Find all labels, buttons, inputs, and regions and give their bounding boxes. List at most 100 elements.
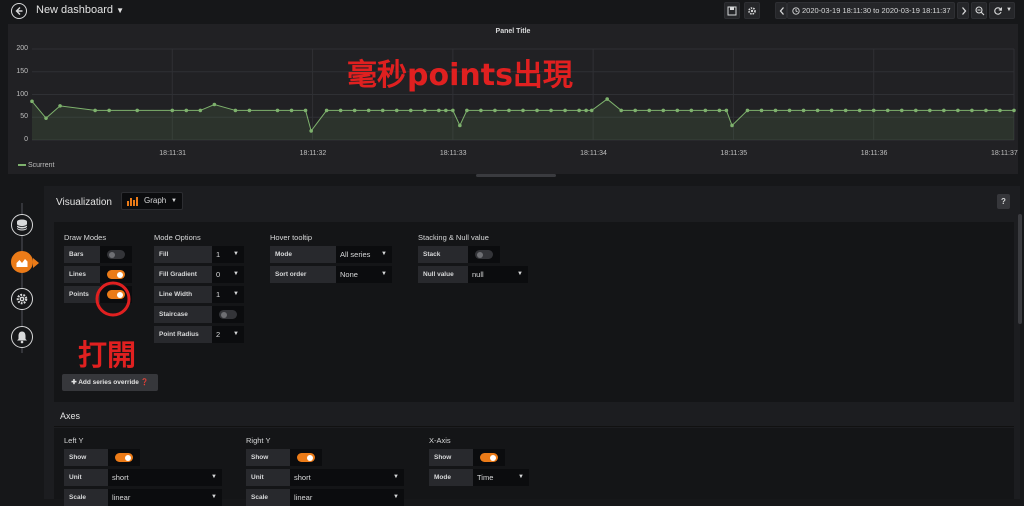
data-point[interactable] <box>184 108 189 113</box>
data-point[interactable] <box>563 108 567 113</box>
data-point[interactable] <box>408 108 413 113</box>
data-point[interactable] <box>324 108 329 113</box>
settings-button[interactable] <box>744 2 760 19</box>
data-point[interactable] <box>801 108 806 113</box>
data-point[interactable] <box>577 108 581 113</box>
data-point[interactable] <box>956 108 960 113</box>
data-point[interactable] <box>493 108 497 113</box>
fill-gradient-select[interactable]: 0 ▼ <box>212 266 244 283</box>
tooltip-mode-select[interactable]: All series ▼ <box>336 246 392 263</box>
panel-resize-handle[interactable] <box>476 174 556 177</box>
right-y-show-toggle[interactable] <box>297 453 315 462</box>
back-arrow-icon[interactable] <box>11 3 27 19</box>
data-point[interactable] <box>871 108 876 113</box>
data-point[interactable] <box>605 97 609 101</box>
data-point[interactable] <box>829 108 834 113</box>
data-point[interactable] <box>724 108 729 113</box>
data-point[interactable] <box>633 108 638 113</box>
sidebar-item-visualization[interactable] <box>11 251 33 273</box>
data-point[interactable] <box>198 108 203 113</box>
left-y-show-toggle[interactable] <box>115 453 133 462</box>
data-point[interactable] <box>549 108 553 113</box>
data-point[interactable] <box>58 104 62 108</box>
data-point[interactable] <box>233 108 238 113</box>
data-point[interactable] <box>745 108 750 113</box>
data-point[interactable] <box>584 108 588 113</box>
left-y-unit-select[interactable]: short ▼ <box>108 469 222 486</box>
data-point[interactable] <box>970 108 974 113</box>
data-point[interactable] <box>170 108 175 113</box>
data-point[interactable] <box>1012 108 1016 113</box>
null-value-select[interactable]: null ▼ <box>468 266 528 283</box>
staircase-toggle[interactable] <box>219 310 237 319</box>
data-point[interactable] <box>857 108 862 113</box>
data-point[interactable] <box>451 108 455 113</box>
data-point[interactable] <box>787 108 792 113</box>
lines-toggle[interactable] <box>107 270 125 279</box>
data-point[interactable] <box>675 108 680 113</box>
sidebar-item-general[interactable] <box>11 288 33 310</box>
data-point[interactable] <box>380 108 385 113</box>
data-point[interactable] <box>703 108 708 113</box>
data-point[interactable] <box>444 108 448 113</box>
data-point[interactable] <box>885 108 890 113</box>
data-point[interactable] <box>289 108 294 113</box>
data-point[interactable] <box>773 108 778 113</box>
data-point[interactable] <box>366 108 371 113</box>
data-point[interactable] <box>984 108 988 113</box>
left-y-scale-select[interactable]: linear ▼ <box>108 489 222 506</box>
data-point[interactable] <box>458 123 462 128</box>
refresh-button[interactable]: ▼ <box>989 2 1015 19</box>
data-point[interactable] <box>465 108 469 113</box>
time-back-button[interactable] <box>775 2 787 19</box>
editor-scrollbar[interactable] <box>1018 214 1022 324</box>
x-axis-show-toggle[interactable] <box>480 453 498 462</box>
data-point[interactable] <box>437 108 441 113</box>
data-point[interactable] <box>689 108 694 113</box>
data-point[interactable] <box>730 123 734 128</box>
data-point[interactable] <box>507 108 511 113</box>
data-point[interactable] <box>352 108 357 113</box>
data-point[interactable] <box>135 108 140 113</box>
sidebar-item-alert[interactable] <box>11 326 33 348</box>
data-point[interactable] <box>212 102 217 107</box>
x-axis-mode-select[interactable]: Time ▼ <box>473 469 529 486</box>
data-point[interactable] <box>423 108 427 113</box>
data-point[interactable] <box>479 108 483 113</box>
dashboard-title[interactable]: New dashboard ▼ <box>36 4 124 16</box>
time-forward-button[interactable] <box>957 2 969 19</box>
data-point[interactable] <box>535 108 539 113</box>
data-point[interactable] <box>309 129 313 133</box>
right-y-unit-select[interactable]: short ▼ <box>290 469 404 486</box>
stack-toggle[interactable] <box>475 250 493 259</box>
data-point[interactable] <box>338 108 343 113</box>
visualization-type-select[interactable]: Graph ▼ <box>121 192 183 210</box>
data-point[interactable] <box>717 108 722 113</box>
time-range-picker[interactable]: 2020-03-19 18:11:30 to 2020-03-19 18:11:… <box>787 2 955 19</box>
data-point[interactable] <box>843 108 848 113</box>
bars-toggle[interactable] <box>107 250 125 259</box>
save-button[interactable] <box>724 2 740 19</box>
sidebar-item-queries[interactable] <box>11 214 33 236</box>
right-y-scale-select[interactable]: linear ▼ <box>290 489 404 506</box>
data-point[interactable] <box>647 108 652 113</box>
data-point[interactable] <box>759 108 764 113</box>
data-point[interactable] <box>30 99 34 104</box>
legend-item-scurrent[interactable]: Scurrent <box>18 162 54 169</box>
data-point[interactable] <box>275 108 280 113</box>
data-point[interactable] <box>107 108 111 113</box>
data-point[interactable] <box>303 108 308 113</box>
data-point[interactable] <box>394 108 399 113</box>
data-point[interactable] <box>619 108 623 113</box>
sort-order-select[interactable]: None ▼ <box>336 266 392 283</box>
help-button[interactable]: ? <box>997 194 1010 209</box>
data-point[interactable] <box>928 108 932 113</box>
data-point[interactable] <box>899 108 904 113</box>
graph-panel[interactable]: Panel Title 200 150 100 50 0 18:11:31 18:11:3… <box>8 24 1018 174</box>
data-point[interactable] <box>247 108 252 113</box>
data-point[interactable] <box>914 108 918 113</box>
data-point[interactable] <box>589 108 594 113</box>
graph-plot-area[interactable] <box>8 24 1018 174</box>
data-point[interactable] <box>93 108 97 113</box>
zoom-out-button[interactable] <box>971 2 987 19</box>
